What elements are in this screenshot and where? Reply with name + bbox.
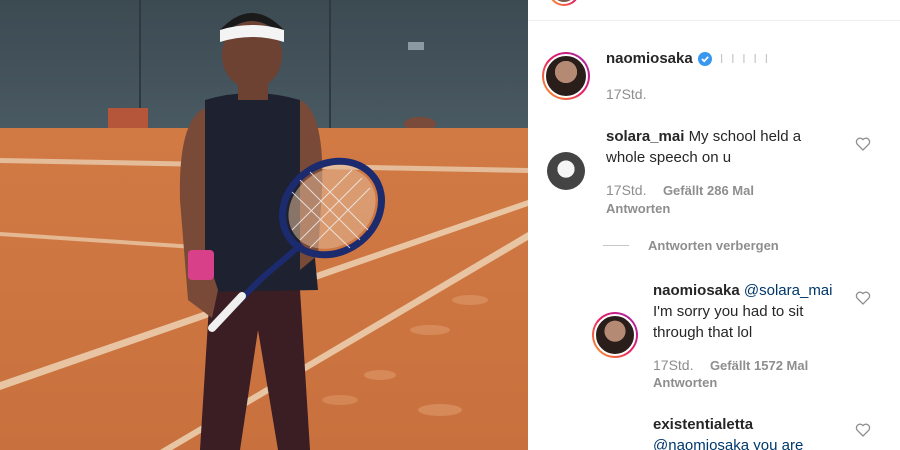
comment-text-line1: My school held a [688,128,802,145]
reply-text-line1: I'm sorry you had to sit [653,303,804,320]
author-avatar[interactable] [542,52,590,100]
commenter-avatar[interactable] [547,152,585,190]
comment-username[interactable]: solara_mai [606,128,684,145]
comment-time[interactable]: 17Std. [606,182,646,198]
top-avatar[interactable] [548,0,580,6]
author-row: naomiosaka I I I I I [606,50,770,67]
reply-likes[interactable]: Gefällt 1572 Mal [710,358,808,373]
reply-like-heart-icon[interactable] [855,290,871,306]
verified-badge-icon [697,51,712,66]
reply-text-line2: through that lol [653,324,753,341]
reply-time[interactable]: 17Std. [653,357,693,373]
reply2-text: @naomiosaka you are [653,437,804,450]
comment-text-line2: whole speech on u [606,149,732,166]
comment-likes[interactable]: Gefällt 286 Mal [663,183,754,198]
reply-body: naomiosaka @solara_mai I'm sorry you had… [653,280,853,343]
top-divider [528,20,900,21]
author-subtitle: I I I I I [719,51,771,66]
reply-username[interactable]: naomiosaka [653,282,740,299]
reply-meta-row: 17Std. Gefällt 1572 Mal [653,357,808,375]
post-time[interactable]: 17Std. [606,86,646,102]
hide-replies-line [603,245,629,246]
tennis-court-photo [0,0,528,450]
reply-mention[interactable]: @solara_mai [744,282,833,299]
reply2-body: existentialetta @naomiosaka you are [653,414,853,450]
reply2-like-heart-icon[interactable] [855,422,871,438]
author-username[interactable]: naomiosaka [606,50,693,67]
comment-meta-row: 17Std. Gefällt 286 Mal [606,182,754,200]
comment-reply-button[interactable]: Antworten [606,201,670,216]
hide-replies-button[interactable]: Antworten verbergen [648,238,779,253]
reply-reply-button[interactable]: Antworten [653,375,717,390]
comments-panel: naomiosaka I I I I I 17Std. solara_mai M… [528,0,900,450]
reply2-username[interactable]: existentialetta [653,416,753,433]
reply-author-avatar[interactable] [592,312,638,358]
comment-body: solara_mai My school held a whole speech… [606,126,836,168]
post-photo[interactable] [0,0,528,450]
like-heart-icon[interactable] [855,136,871,152]
